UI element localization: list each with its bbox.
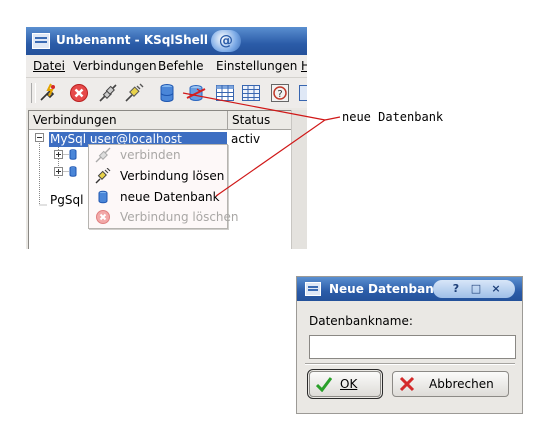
help-button-icon[interactable]: ? — [447, 281, 465, 297]
callout-label: neue Datenbank — [342, 110, 444, 124]
cancel-button[interactable]: Abbrechen — [392, 371, 509, 397]
cancel-x-icon — [399, 376, 415, 392]
maximize-button-icon[interactable]: □ — [467, 281, 485, 297]
checkmark-icon — [316, 377, 332, 392]
ok-button[interactable]: OK — [307, 369, 383, 399]
dialog-title-bar[interactable]: Neue Datenbank - ? □ × — [297, 277, 522, 301]
dialog-window-icon[interactable] — [305, 282, 321, 296]
dialog-window-controls: ? □ × — [433, 280, 515, 298]
database-name-input[interactable] — [309, 335, 516, 359]
new-database-dialog: Neue Datenbank - ? □ × Datenbankname: OK… — [296, 276, 523, 414]
dialog-separator — [305, 363, 515, 365]
close-button-icon[interactable]: × — [487, 281, 505, 297]
database-name-label: Datenbankname: — [309, 314, 413, 328]
